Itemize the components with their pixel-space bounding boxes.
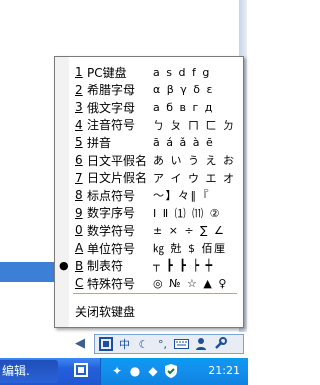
menu-item-5[interactable]: 5 拼音 ā á ǎ à ē [55, 133, 243, 151]
menu-item-hotkey: 6 [75, 153, 83, 167]
menu-item-label: 数学符号 [87, 223, 136, 238]
menu-item-sample: a s d f g [153, 65, 211, 79]
menu-item-label: 希腊字母 [87, 83, 136, 98]
menu-item-sample: ◎ № ☆ ▲ ♀ [153, 276, 228, 290]
menu-item-sample: ア イ ウ エ オ [153, 171, 236, 185]
menu-item-hotkey: 9 [75, 205, 83, 220]
menu-item-hotkey: 7 [75, 170, 83, 185]
menu-item-sample: ㎏ 兙 $ 佰厘 [153, 242, 227, 255]
soft-keyboard-menu: 1 PC键盘 a s d f g 2 希腊字母 α β γ δ ε 3 俄文字母 а б в г… [54, 56, 244, 328]
menu-item-8[interactable]: 8 标点符号 ～】々‖『 [55, 186, 243, 204]
mode-chinese-button[interactable]: 中 [116, 336, 133, 352]
menu-item-a[interactable]: A 单位符号 ㎏ 兙 $ 佰厘 [55, 239, 243, 257]
menu-item-c[interactable]: C 特殊符号 ◎ № ☆ ▲ ♀ [55, 274, 243, 292]
menu-item-4[interactable]: 4 注音符号 ㄅ ㄆ ㄇ ㄈ ㄉ [55, 116, 243, 134]
menu-item-3[interactable]: 3 俄文字母 а б в г д [55, 98, 243, 116]
menu-item-sample: ㄅ ㄆ ㄇ ㄈ ㄉ [153, 118, 236, 132]
menu-item-sample: ± × ÷ ∑ ∠ [153, 223, 226, 237]
checked-bullet-icon: ● [59, 259, 69, 273]
menu-item-sample: α β γ δ ε [153, 83, 214, 97]
network-icon[interactable]: ✦ [109, 363, 125, 379]
menu-item-sample: あ い う え お [153, 154, 236, 167]
close-soft-keyboard-item[interactable]: 关闭软键盘 [55, 303, 243, 321]
menu-item-hotkey: 1 [75, 65, 83, 79]
ime-toolbar: 中 ☾ °, [94, 334, 244, 354]
taskbar-window-button[interactable]: 编辑. [0, 360, 58, 383]
menu-item-label: 注音符号 [87, 118, 136, 133]
menu-item-label: 日文平假名 [87, 153, 148, 168]
system-tray: ✦ ● ◆ 21:21 [100, 358, 248, 385]
taskbar: 编辑. ✦ ● ◆ 21:21 [0, 358, 248, 385]
menu-item-0[interactable]: 0 数学符号 ± × ÷ ∑ ∠ [55, 221, 243, 239]
menu-separator [73, 293, 237, 295]
menu-item-hotkey: A [75, 241, 84, 255]
menu-item-hotkey: 5 [75, 135, 83, 150]
menu-item-label: 单位符号 [87, 241, 136, 256]
qq-status-icon[interactable]: ◆ [145, 363, 161, 379]
menu-item-hotkey: C [75, 276, 84, 291]
menu-item-hotkey: 4 [75, 117, 83, 132]
volume-icon[interactable]: ◀ [72, 336, 88, 352]
menu-item-sample: ā á ǎ à ē [153, 135, 215, 149]
menu-item-label: 日文片假名 [87, 171, 148, 186]
moon-icon[interactable]: ☾ [135, 336, 152, 352]
menu-item-1[interactable]: 1 PC键盘 a s d f g [55, 63, 243, 81]
menu-item-label: 标点符号 [87, 188, 136, 203]
qq-penguin-icon[interactable]: ● [127, 363, 143, 379]
menu-item-sample: а б в г д [153, 100, 214, 114]
menu-item-sample: ┬ ┣ ┣ ┝ ┿ [153, 259, 214, 273]
wrench-icon[interactable] [211, 336, 228, 352]
menu-item-hotkey: 8 [75, 188, 83, 203]
menu-item-label: 拼音 [87, 135, 112, 150]
menu-item-label: 特殊符号 [87, 276, 136, 291]
menu-item-hotkey: 3 [75, 100, 83, 115]
quick-launch-icon[interactable] [72, 362, 90, 380]
punctuation-icon[interactable]: °, [154, 336, 171, 352]
clock[interactable]: 21:21 [208, 364, 240, 377]
menu-item-sample: Ⅰ Ⅱ ⑴ ⑾ ② [153, 206, 222, 220]
menu-item-9[interactable]: 9 数字序号 Ⅰ Ⅱ ⑴ ⑾ ② [55, 204, 243, 222]
menu-item-7[interactable]: 7 日文片假名ア イ ウ エ オ [55, 169, 243, 187]
ime-logo-icon[interactable] [97, 336, 114, 352]
menu-item-2[interactable]: 2 希腊字母 α β γ δ ε [55, 81, 243, 99]
menu-item-label: 俄文字母 [87, 100, 136, 115]
menu-item-label: PC键盘 [87, 65, 127, 80]
user-icon[interactable] [192, 336, 209, 352]
menu-item-hotkey: 2 [75, 82, 83, 97]
keyboard-icon[interactable] [173, 336, 190, 352]
menu-item-label: 数字序号 [87, 206, 136, 221]
menu-item-6[interactable]: 6 日文平假名あ い う え お [55, 151, 243, 169]
menu-item-hotkey: 0 [75, 223, 83, 238]
menu-item-hotkey: B [75, 258, 84, 273]
menu-item-sample: ～】々‖『 [153, 189, 210, 203]
menu-item-b[interactable]: ● B 制表符 ┬ ┣ ┣ ┝ ┿ [55, 257, 243, 275]
security-shield-icon[interactable] [163, 363, 179, 379]
close-soft-keyboard-label: 关闭软键盘 [75, 305, 136, 319]
menu-item-label: 制表符 [87, 259, 124, 274]
